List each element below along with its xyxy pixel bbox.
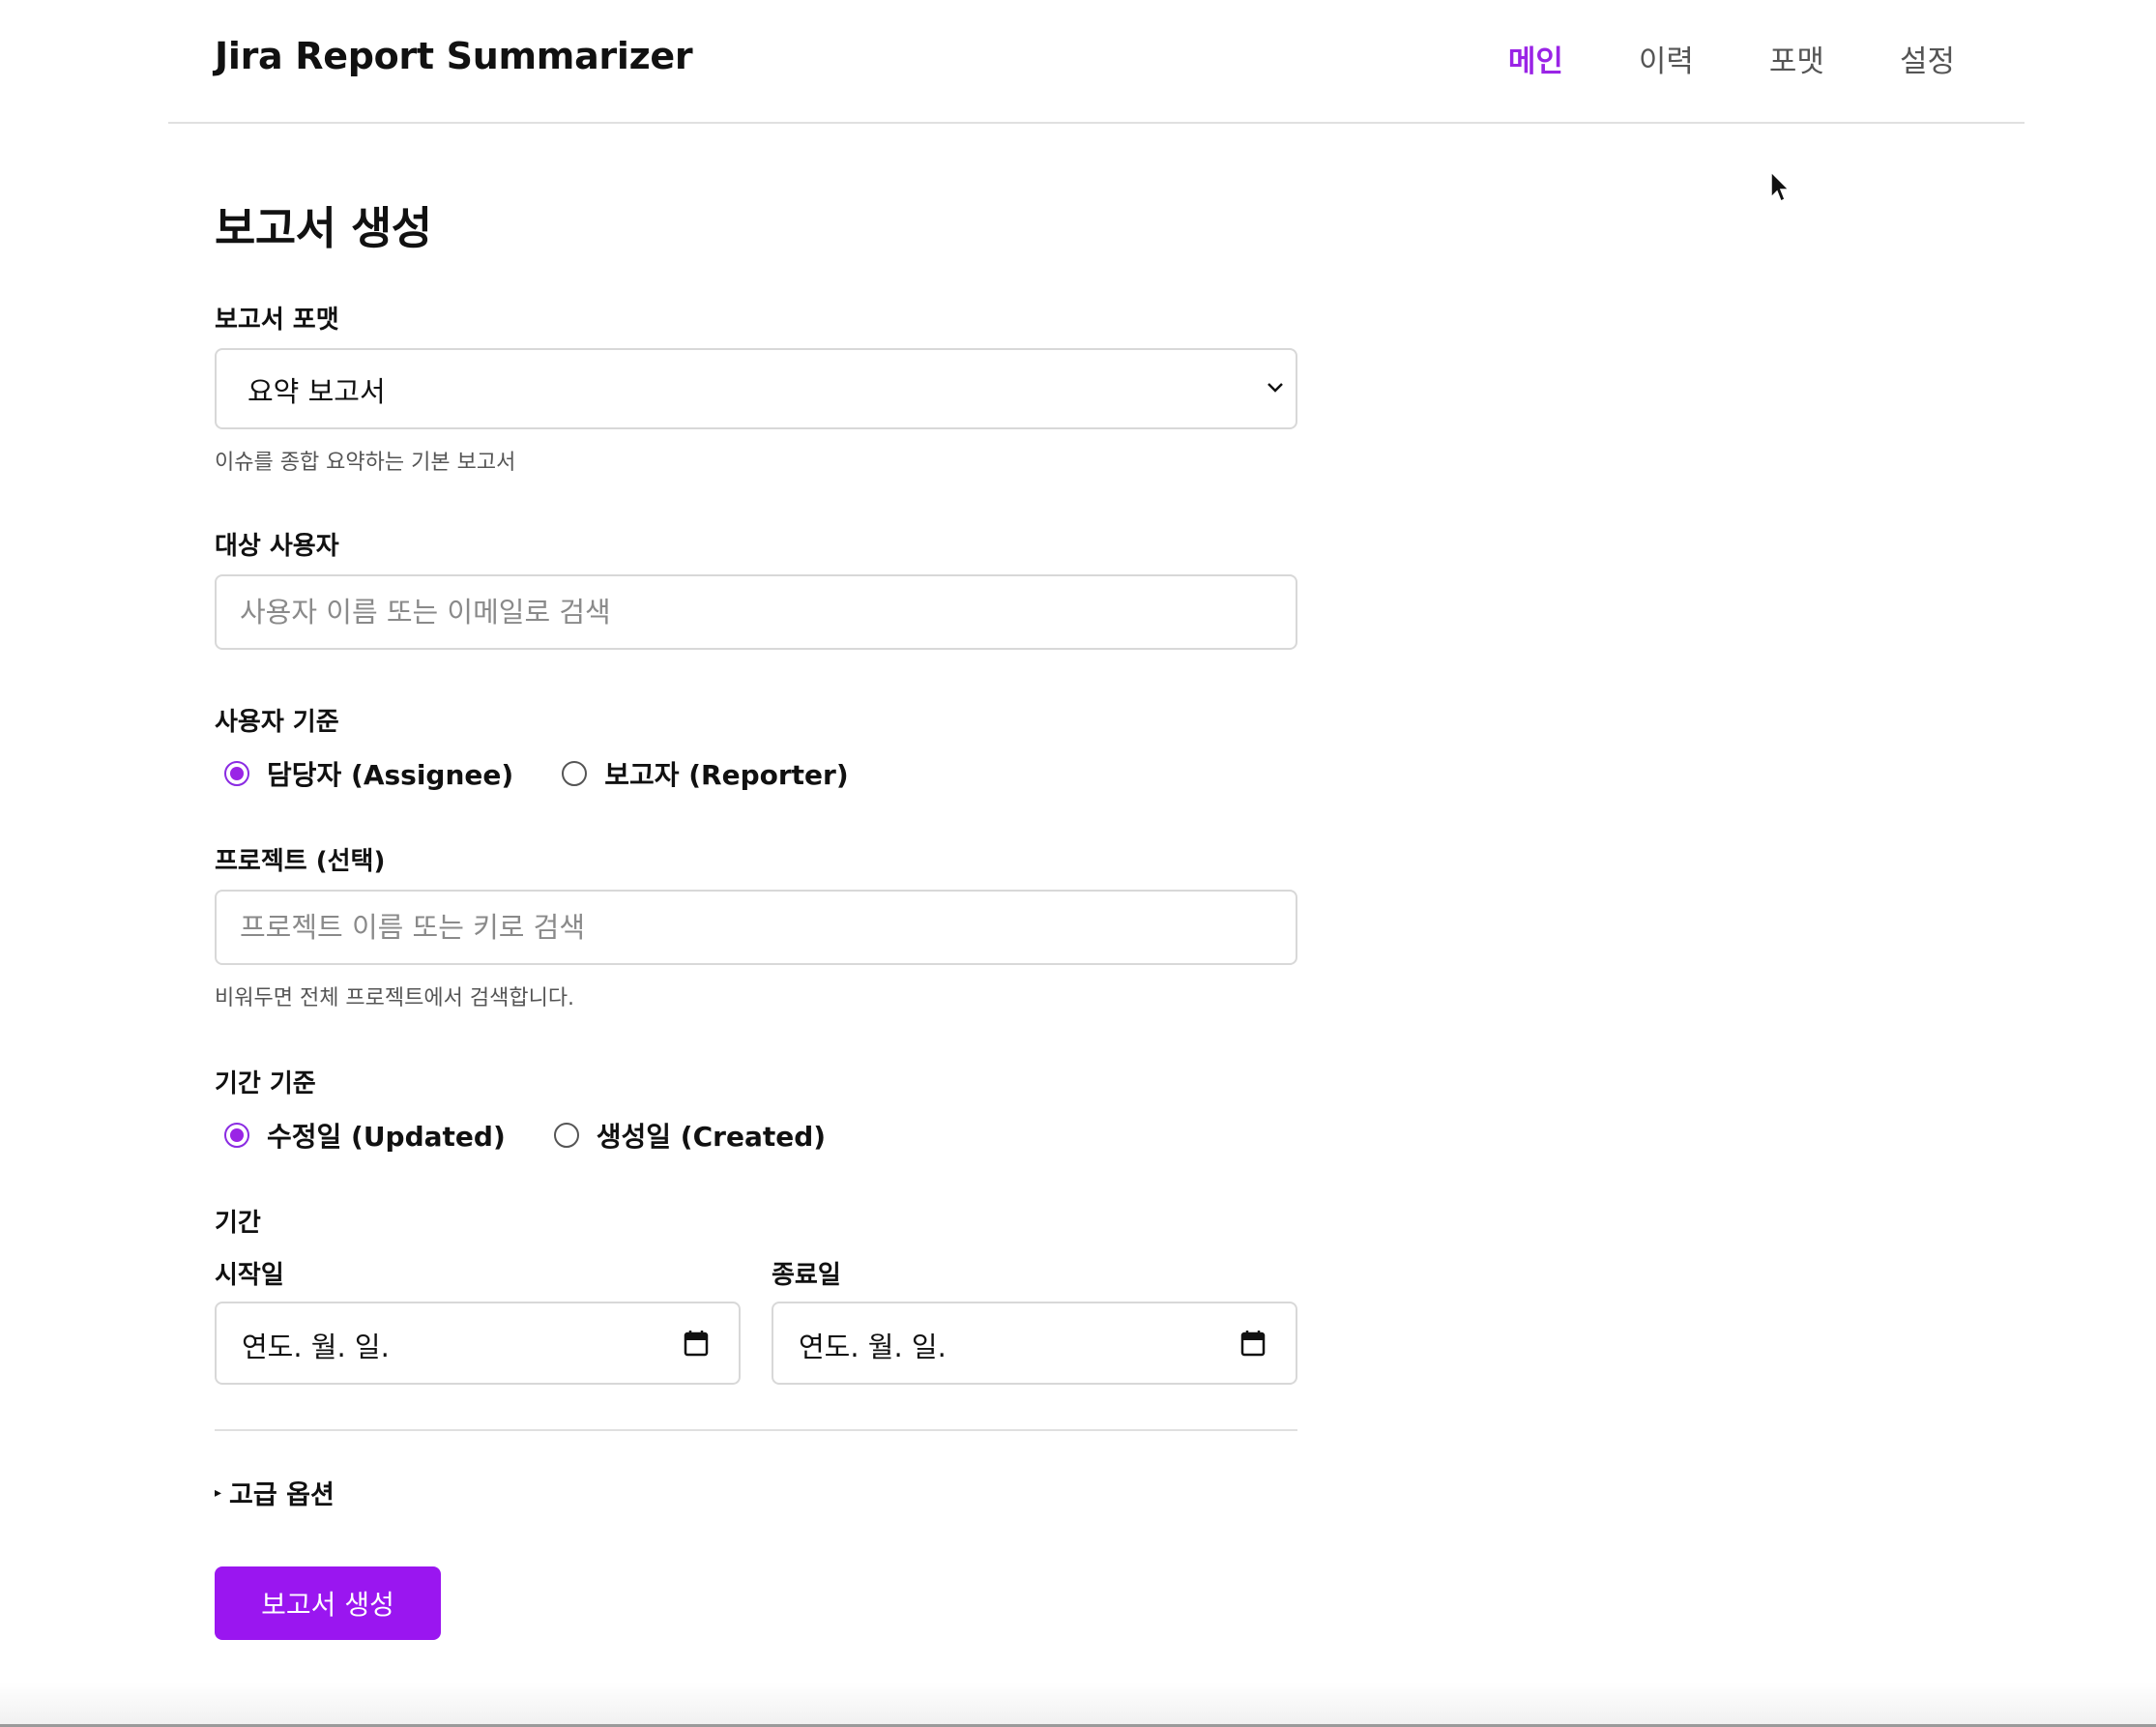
- nav-formats[interactable]: 포맷: [1769, 37, 1824, 80]
- mouse-cursor-icon: [1770, 170, 1791, 203]
- project-label: 프로젝트 (선택): [215, 847, 386, 876]
- disclosure-triangle-icon: ▸: [215, 1484, 222, 1501]
- report-format-value: 요약 보고서: [248, 375, 386, 408]
- report-format-select[interactable]: 요약 보고서: [215, 348, 1297, 429]
- target-user-label: 대상 사용자: [215, 532, 339, 561]
- radio-reporter-button[interactable]: [562, 761, 588, 786]
- window-bottom-edge: [0, 1683, 2156, 1727]
- radio-updated[interactable]: 수정일 (Updated): [224, 1116, 506, 1155]
- radio-reporter[interactable]: 보고자 (Reporter): [562, 754, 849, 793]
- end-date-input[interactable]: 연도. 월. 일.: [772, 1302, 1297, 1385]
- top-header: Jira Report Summarizer 메인 이력 포맷 설정: [168, 0, 2025, 124]
- radio-assignee[interactable]: 담당자 (Assignee): [224, 754, 513, 793]
- target-user-input[interactable]: [240, 596, 1265, 629]
- chevron-down-icon: [1267, 383, 1283, 393]
- user-basis-label: 사용자 기준: [215, 708, 339, 737]
- target-user-field: [215, 574, 1297, 650]
- period-basis-label: 기간 기준: [215, 1069, 316, 1098]
- radio-created-button[interactable]: [553, 1123, 579, 1148]
- period-label: 기간: [215, 1209, 261, 1238]
- advanced-options-toggle[interactable]: ▸ 고급 옵션: [215, 1474, 335, 1511]
- end-date-value: 연도. 월. 일.: [799, 1331, 947, 1363]
- radio-created-label: 생성일 (Created): [596, 1121, 827, 1153]
- nav-settings[interactable]: 설정: [1900, 37, 1955, 80]
- main-nav: 메인 이력 포맷 설정: [1508, 37, 1955, 80]
- project-field: [215, 890, 1297, 965]
- page-title: 보고서 생성: [215, 202, 432, 254]
- user-basis-radio-group: 담당자 (Assignee) 보고자 (Reporter): [224, 754, 897, 793]
- calendar-icon[interactable]: [683, 1329, 710, 1358]
- app-title: Jira Report Summarizer: [215, 35, 693, 77]
- project-input[interactable]: [240, 911, 1265, 944]
- advanced-options-label: 고급 옵션: [229, 1480, 335, 1510]
- start-date-input[interactable]: 연도. 월. 일.: [215, 1302, 741, 1385]
- section-divider: [215, 1429, 1297, 1431]
- radio-assignee-label: 담당자 (Assignee): [267, 759, 514, 791]
- end-date-label: 종료일: [772, 1261, 841, 1290]
- start-date-value: 연도. 월. 일.: [242, 1331, 390, 1363]
- period-basis-radio-group: 수정일 (Updated) 생성일 (Created): [224, 1116, 874, 1155]
- radio-updated-label: 수정일 (Updated): [267, 1121, 506, 1153]
- nav-main[interactable]: 메인: [1508, 37, 1563, 80]
- radio-reporter-label: 보고자 (Reporter): [604, 759, 849, 791]
- nav-history[interactable]: 이력: [1639, 37, 1694, 80]
- radio-created[interactable]: 생성일 (Created): [553, 1116, 827, 1155]
- radio-assignee-button[interactable]: [224, 761, 249, 786]
- start-date-label: 시작일: [215, 1261, 284, 1290]
- report-format-hint: 이슈를 종합 요약하는 기본 보고서: [215, 451, 516, 475]
- project-hint: 비워두면 전체 프로젝트에서 검색합니다.: [215, 986, 575, 1010]
- generate-report-button[interactable]: 보고서 생성: [215, 1566, 441, 1640]
- radio-updated-button[interactable]: [224, 1123, 249, 1148]
- page: Jira Report Summarizer 메인 이력 포맷 설정 보고서 생…: [0, 0, 2156, 1727]
- calendar-icon[interactable]: [1239, 1329, 1267, 1358]
- report-format-label: 보고서 포맷: [215, 306, 339, 335]
